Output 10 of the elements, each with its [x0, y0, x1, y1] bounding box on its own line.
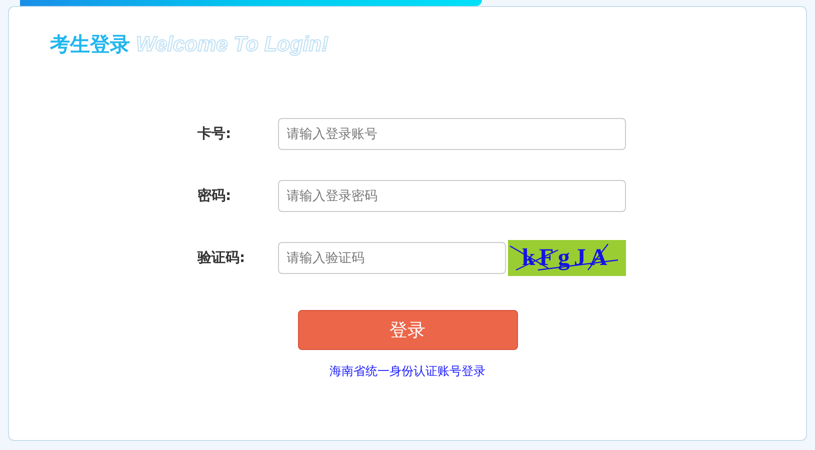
field-label: 卡号: [198, 125, 232, 143]
captcha-field[interactable]: 请输入验证码 [278, 242, 506, 274]
account-field[interactable]: 请输入登录账号 [278, 118, 626, 150]
field-label: 验证码: [198, 249, 246, 267]
login-title: 考生登录 [50, 31, 130, 58]
unified-login-link[interactable]: 海南省统一身份认证账号登录 [330, 363, 486, 380]
login-button[interactable]: 登录 [298, 310, 518, 350]
welcome-subtitle: Welcome To Login! [136, 33, 328, 57]
field-label: 密码: [198, 187, 232, 205]
password-field[interactable]: 请输入登录密码 [278, 180, 626, 212]
